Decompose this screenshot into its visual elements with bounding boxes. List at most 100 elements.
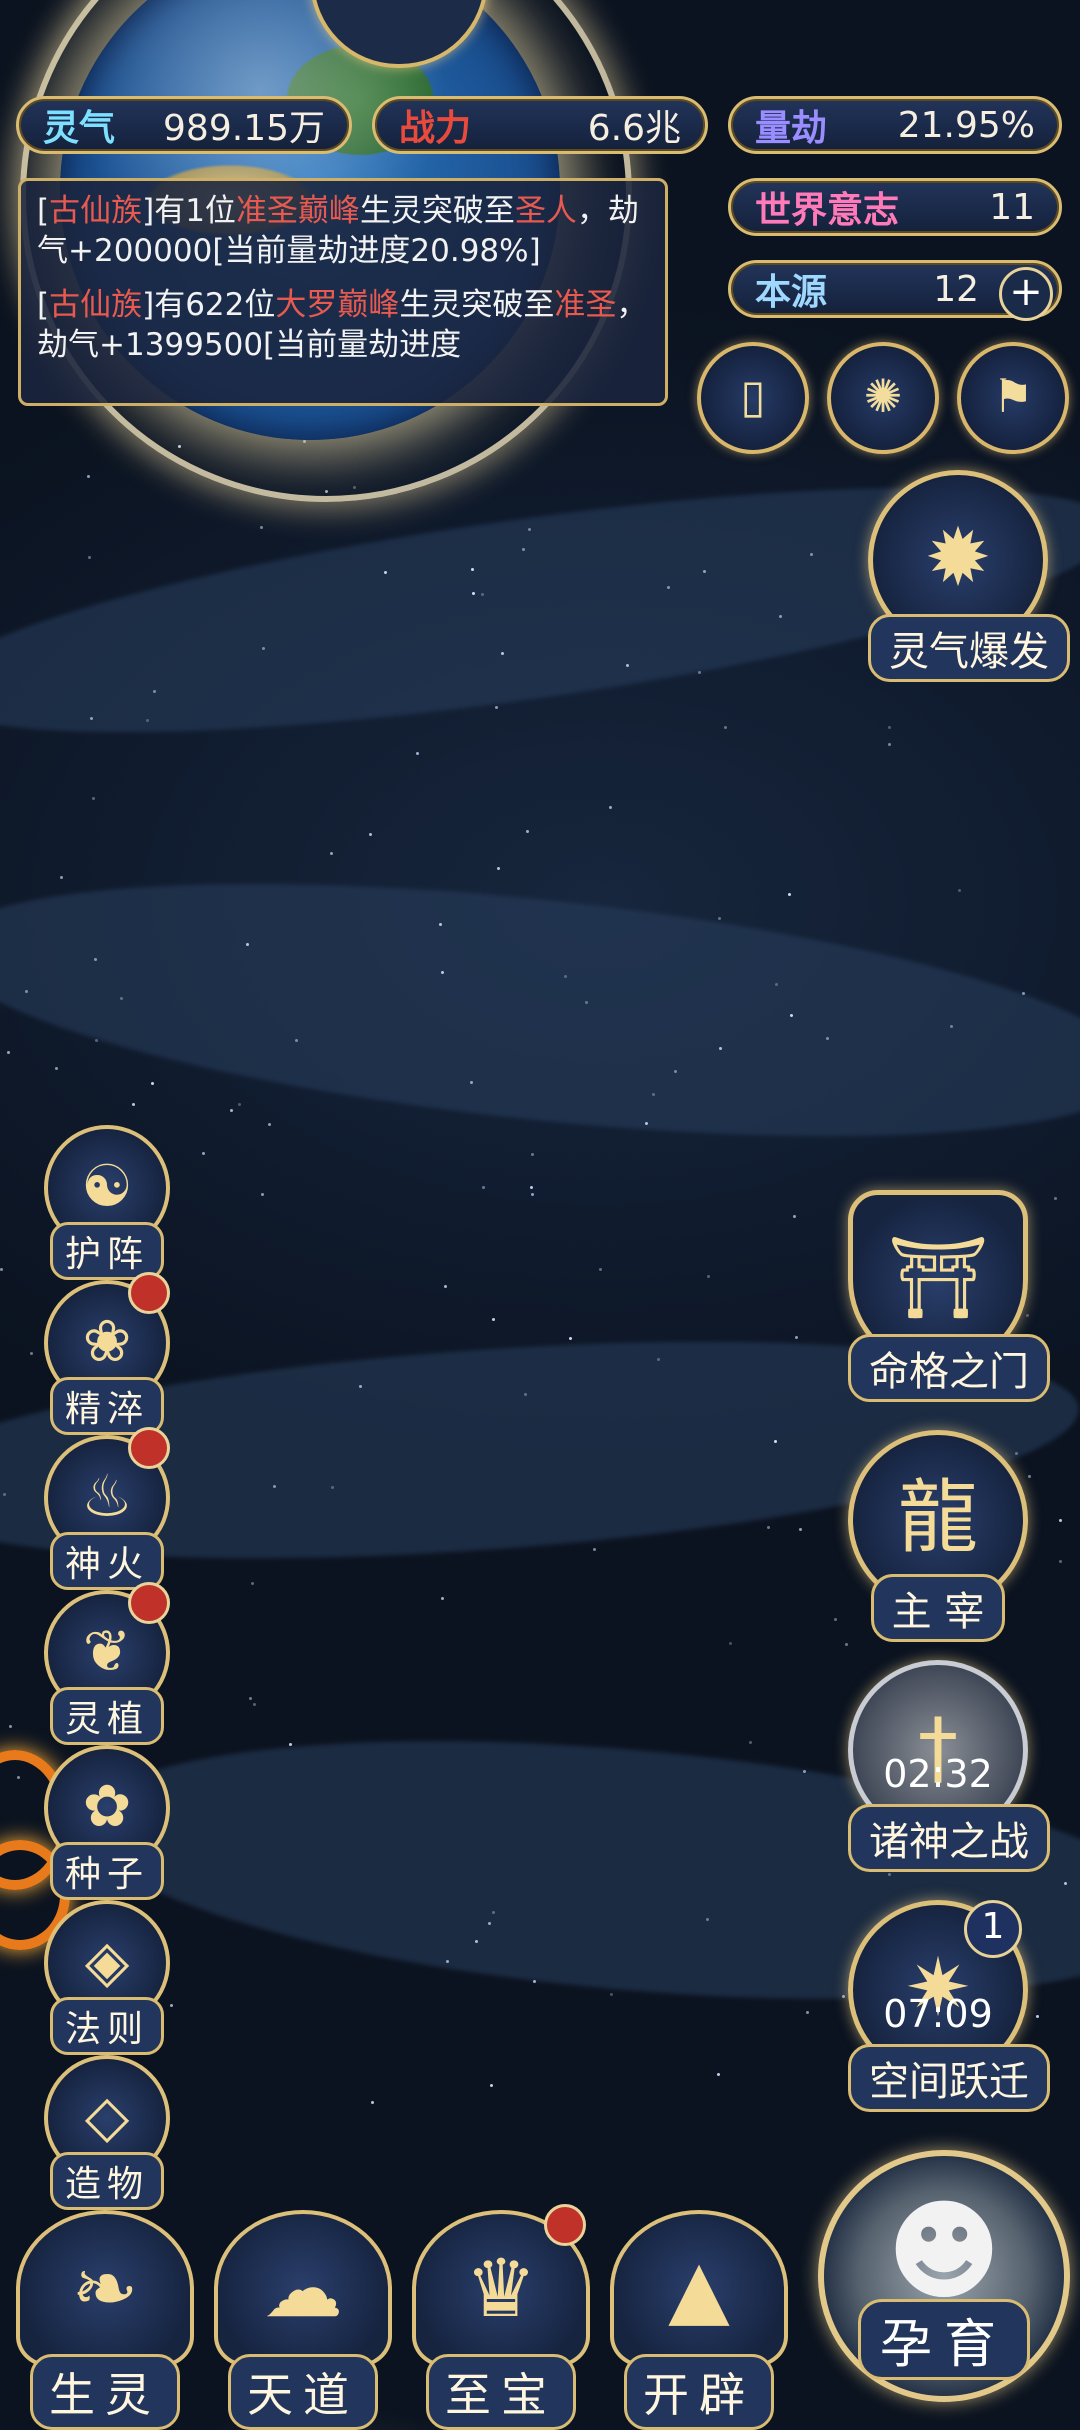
star	[295, 1039, 298, 1042]
star	[526, 830, 529, 833]
notification-dot	[544, 2204, 586, 2246]
log-realm: 准圣	[554, 287, 617, 323]
notification-badge: 1	[964, 1900, 1022, 1958]
star	[842, 1995, 845, 1998]
log-realm: 准圣巅峰	[235, 193, 360, 229]
star	[238, 1103, 241, 1106]
star	[472, 592, 475, 595]
star	[444, 1285, 447, 1288]
war-of-gods-button[interactable]: † 02:32 诸神之战	[848, 1660, 1050, 1872]
star	[717, 2073, 720, 2076]
refine-button[interactable]: ❀ 精淬	[40, 1272, 174, 1435]
notification-dot	[128, 1272, 170, 1314]
star	[246, 943, 249, 946]
star	[132, 1103, 135, 1106]
star	[253, 1703, 256, 1706]
creation-button[interactable]: ◇ 造物	[40, 2055, 174, 2210]
star	[834, 1618, 837, 1621]
star	[384, 571, 387, 574]
ruler-button[interactable]: 龍 主 宰	[848, 1430, 1028, 1642]
stat-benyuan[interactable]: 本源 12 +	[728, 260, 1062, 321]
vortex-icon[interactable]: ✺	[827, 342, 939, 454]
star	[1022, 992, 1025, 995]
nav-living-beings[interactable]: ❧ 生灵	[10, 2210, 200, 2430]
star	[273, 1485, 276, 1488]
star	[888, 1873, 891, 1876]
star	[645, 1122, 648, 1125]
star	[703, 570, 706, 573]
star	[55, 1067, 58, 1070]
star	[706, 1918, 709, 1921]
star	[7, 1051, 10, 1054]
star	[531, 1153, 534, 1156]
star	[1059, 1519, 1062, 1522]
star	[788, 893, 791, 896]
nurture-button[interactable]: ☻ 孕育	[818, 2150, 1070, 2402]
star	[95, 1039, 98, 1042]
star	[92, 797, 95, 800]
star	[268, 1123, 271, 1126]
spirit-plant-button[interactable]: ❦ 灵植	[40, 1582, 174, 1745]
stat-zhanli: 战力 6.6兆	[372, 96, 708, 154]
burst-label: 灵气爆发	[868, 614, 1070, 682]
star	[262, 647, 265, 650]
star	[888, 726, 891, 729]
star	[1036, 2015, 1039, 2018]
star	[60, 876, 63, 879]
stat-label: 战力	[399, 108, 472, 149]
nav-treasure[interactable]: ♛ 至宝	[406, 2204, 596, 2430]
star	[416, 752, 419, 755]
log-text: ]有1位	[142, 193, 236, 229]
divine-fire-button[interactable]: ♨ 神火	[40, 1427, 174, 1590]
star	[793, 1215, 796, 1218]
fate-gate-label: 命格之门	[848, 1334, 1050, 1402]
nav-open-world[interactable]: ▲ 开辟	[604, 2210, 794, 2430]
star	[707, 1275, 710, 1278]
star	[667, 586, 670, 589]
star	[249, 1697, 252, 1700]
star	[626, 664, 629, 667]
fate-gate-button[interactable]: ⛩ 命格之门	[848, 1190, 1050, 1402]
star	[289, 1743, 292, 1746]
star	[369, 833, 372, 836]
star	[718, 917, 721, 920]
stat-liangjie[interactable]: 量劫 21.95%	[728, 96, 1062, 154]
star	[958, 889, 961, 892]
space-timer: 07:09	[883, 1992, 993, 2036]
star	[749, 1741, 752, 1744]
star	[202, 1152, 205, 1155]
star	[501, 652, 504, 655]
seed-button[interactable]: ✿ 种子	[40, 1745, 174, 1900]
star	[0, 1268, 3, 1271]
star	[146, 719, 149, 722]
log-realm: 圣人	[514, 193, 577, 229]
flag-icon[interactable]: ⚑	[957, 342, 1069, 454]
star	[153, 690, 156, 693]
law-button[interactable]: ◈ 法则	[40, 1900, 174, 2055]
star	[698, 671, 701, 674]
protect-array-button[interactable]: ☯ 护阵	[40, 1125, 174, 1280]
star	[779, 615, 782, 618]
event-log[interactable]: [古仙族]有1位准圣巅峰生灵突破至圣人，劫气+200000[当前量劫进度20.9…	[18, 178, 668, 406]
nav-label: 生灵	[30, 2354, 180, 2430]
star	[25, 990, 28, 993]
card-icon[interactable]: ▯	[697, 342, 809, 454]
star	[471, 568, 474, 571]
star	[495, 706, 498, 709]
log-text: 生灵突破至	[399, 287, 555, 323]
star	[490, 2084, 493, 2087]
star	[492, 1911, 495, 1914]
star	[497, 867, 500, 870]
nav-heaven-dao[interactable]: ☁ 天道	[208, 2210, 398, 2430]
burst-button[interactable]: ✹ 灵气爆发	[868, 470, 1070, 682]
stat-value: 21.95%	[897, 104, 1035, 146]
star	[585, 1001, 588, 1004]
space-jump-button[interactable]: ✷ 1 07:09 空间跃迁	[848, 1900, 1050, 2112]
star	[482, 1186, 485, 1189]
star	[87, 475, 90, 478]
stat-world-will[interactable]: 世界意志 11	[728, 178, 1062, 236]
phoenix-icon: ❧	[16, 2210, 194, 2368]
menu-label: 法则	[49, 1997, 164, 2055]
plus-icon[interactable]: +	[999, 267, 1053, 321]
star	[564, 975, 567, 978]
